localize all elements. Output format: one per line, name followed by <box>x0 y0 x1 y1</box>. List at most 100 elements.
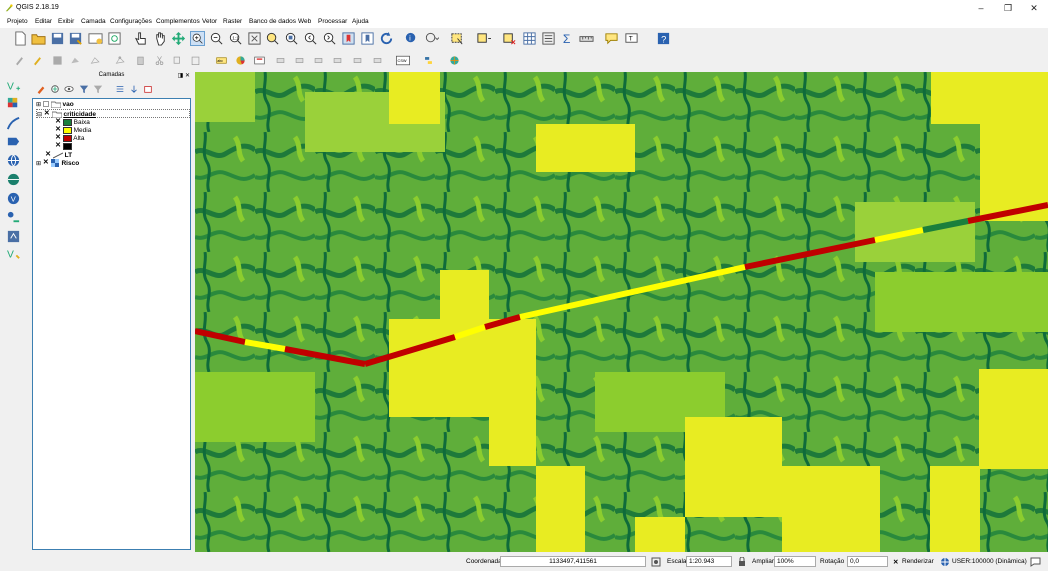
zoom-to-layer-icon[interactable] <box>284 31 299 46</box>
menu-processar[interactable]: Processar <box>318 18 347 25</box>
map-tips-dropdown-icon[interactable] <box>424 31 439 46</box>
map-canvas[interactable] <box>195 72 1048 552</box>
layer-risco[interactable]: ⊞ ✕ Risco <box>36 159 79 168</box>
legend-visible-check[interactable]: ✕ <box>55 126 61 133</box>
map-rendering[interactable] <box>195 72 1048 552</box>
zoom-full-icon[interactable] <box>247 31 262 46</box>
copy-features-icon[interactable] <box>172 55 183 66</box>
layer-visible-check[interactable]: ✕ <box>45 151 51 158</box>
coordinate-field[interactable]: 1133497,411561 <box>500 556 646 567</box>
collapse-toggle[interactable]: ⊟ <box>37 112 42 118</box>
move-label-icon[interactable] <box>313 55 324 66</box>
select-by-value-icon[interactable] <box>476 31 491 46</box>
add-raster-layer-icon[interactable] <box>6 96 21 111</box>
add-virtual-layer-icon[interactable] <box>6 210 21 225</box>
csw-icon[interactable]: CSW <box>396 55 410 66</box>
legend-visible-check[interactable]: ✕ <box>55 118 61 125</box>
legend-visible-check[interactable]: ✕ <box>55 142 61 149</box>
new-print-composer-icon[interactable] <box>88 31 103 46</box>
layer-visible-check[interactable]: ✕ <box>43 159 49 166</box>
collapse-all-icon[interactable] <box>129 84 139 94</box>
remove-layer-icon[interactable] <box>143 84 153 94</box>
label-abc-icon[interactable]: abc <box>216 55 227 66</box>
field-calculator-icon[interactable] <box>541 31 556 46</box>
add-mssql-layer-icon[interactable] <box>6 229 21 244</box>
minimize-button[interactable]: – <box>968 2 994 14</box>
messages-icon[interactable] <box>1030 557 1041 567</box>
move-feature-icon[interactable] <box>90 55 101 66</box>
close-panel-button[interactable]: ✕ <box>185 73 190 79</box>
expand-toggle[interactable]: ⊞ <box>36 161 41 167</box>
menu-projeto[interactable]: Projeto <box>7 18 28 25</box>
identify-features-icon[interactable]: i <box>404 31 419 46</box>
add-vector-layer-icon[interactable]: V <box>6 78 21 93</box>
highlight-pin-icon[interactable] <box>254 55 265 66</box>
add-wcs-layer-icon[interactable] <box>6 172 21 187</box>
delete-selected-icon[interactable] <box>135 55 146 66</box>
manage-visibility-icon[interactable] <box>64 84 74 94</box>
maximize-button[interactable]: ❐ <box>995 2 1021 14</box>
attribute-table-icon[interactable] <box>522 31 537 46</box>
label-tool-icon[interactable] <box>372 55 383 66</box>
zoom-to-selection-icon[interactable] <box>265 31 280 46</box>
menu-web[interactable]: Web <box>298 18 311 25</box>
add-feature-icon[interactable] <box>70 55 81 66</box>
layer-vao[interactable]: ⊞ vao <box>36 100 74 109</box>
refresh-icon[interactable] <box>379 31 394 46</box>
python-console-icon[interactable] <box>423 55 434 66</box>
add-wfs-layer-icon[interactable]: V <box>6 191 21 206</box>
text-annotation-icon[interactable]: T <box>624 31 639 46</box>
open-project-icon[interactable] <box>31 31 46 46</box>
show-hide-labels-icon[interactable] <box>294 55 305 66</box>
menu-ajuda[interactable]: Ajuda <box>352 18 369 25</box>
new-bookmark-icon[interactable] <box>341 31 356 46</box>
plugin-globe-icon[interactable] <box>449 55 460 66</box>
new-shapefile-layer-icon[interactable]: V <box>6 246 21 261</box>
filter-expression-icon[interactable] <box>93 84 103 94</box>
crs-globe-icon[interactable] <box>940 557 950 567</box>
save-as-icon[interactable] <box>68 31 83 46</box>
layer-checkbox[interactable] <box>42 101 49 108</box>
add-group-icon[interactable] <box>50 84 60 94</box>
menu-banco-de-dados[interactable]: Banco de dados <box>249 18 296 25</box>
lock-scale-icon[interactable] <box>738 557 746 567</box>
expand-toggle[interactable]: ⊞ <box>36 102 41 108</box>
rotate-label-icon[interactable] <box>332 55 343 66</box>
menu-raster[interactable]: Raster <box>223 18 242 25</box>
magnifier-field[interactable]: 100% <box>774 556 816 567</box>
menu-configuracoes[interactable]: Configurações <box>110 18 152 25</box>
render-check[interactable]: ✕ <box>893 558 898 566</box>
menu-exibir[interactable]: Exibir <box>58 18 74 25</box>
toggle-extents-icon[interactable] <box>651 557 661 567</box>
touch-zoom-icon[interactable] <box>134 31 149 46</box>
crs-status[interactable]: USER:100000 (Dinâmica) <box>952 558 1027 565</box>
expand-all-icon[interactable] <box>115 84 125 94</box>
scale-combobox[interactable]: 1:20.943 <box>686 556 732 567</box>
rotation-field[interactable]: 0,0 <box>847 556 888 567</box>
change-label-icon[interactable] <box>352 55 363 66</box>
layer-criticidade[interactable]: ⊟ ✕ criticidade <box>36 109 190 119</box>
menu-editar[interactable]: Editar <box>35 18 52 25</box>
select-features-icon[interactable] <box>450 31 465 46</box>
pin-labels-icon[interactable] <box>275 55 286 66</box>
show-bookmarks-icon[interactable] <box>360 31 375 46</box>
layer-styling-icon[interactable] <box>36 84 46 94</box>
add-delimited-text-icon[interactable] <box>6 116 21 131</box>
zoom-last-icon[interactable] <box>303 31 318 46</box>
new-project-icon[interactable] <box>13 31 28 46</box>
layer-visible-check[interactable]: ✕ <box>44 110 50 117</box>
composer-manager-icon[interactable] <box>107 31 122 46</box>
legend-item[interactable]: ✕ <box>55 142 72 151</box>
float-panel-button[interactable]: ◨ <box>178 73 184 79</box>
zoom-in-icon[interactable] <box>190 31 205 46</box>
paste-features-icon[interactable] <box>190 55 201 66</box>
filter-legend-icon[interactable] <box>79 84 89 94</box>
layer-diagram-icon[interactable] <box>235 55 246 66</box>
menu-complementos[interactable]: Complementos <box>156 18 200 25</box>
toggle-editing-icon[interactable] <box>32 55 43 66</box>
save-layer-edits-icon[interactable] <box>52 55 63 66</box>
deselect-all-icon[interactable] <box>502 31 517 46</box>
pan-to-selection-icon[interactable] <box>171 31 186 46</box>
measure-line-icon[interactable] <box>579 31 594 46</box>
current-edits-icon[interactable] <box>14 55 25 66</box>
